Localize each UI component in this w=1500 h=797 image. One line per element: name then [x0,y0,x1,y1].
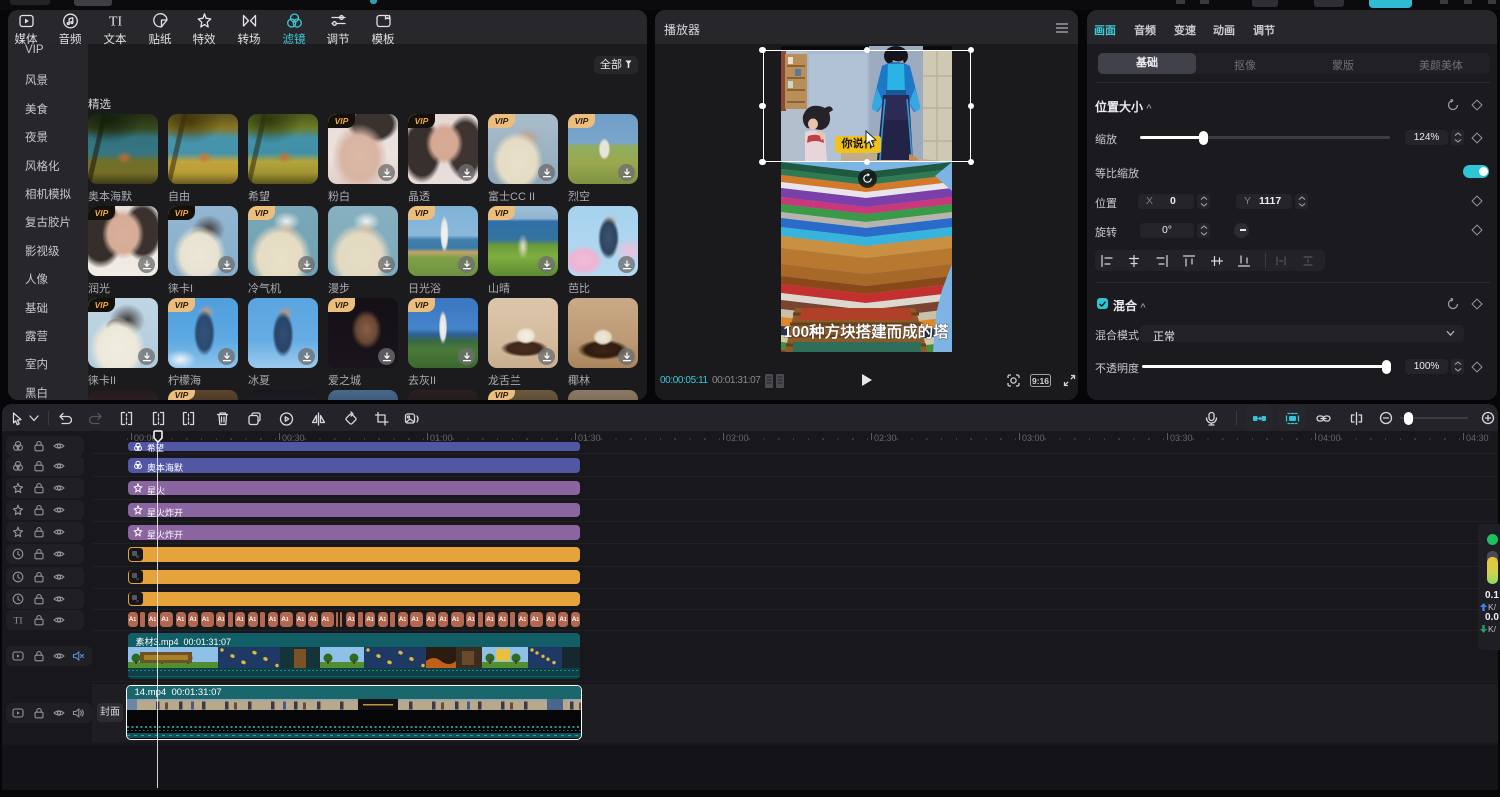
svg-text:TI: TI [108,15,122,30]
svg-text:100种方块搭建而成的塔: 100种方块搭建而成的塔 [783,322,949,341]
svg-text:TI: TI [14,616,23,626]
